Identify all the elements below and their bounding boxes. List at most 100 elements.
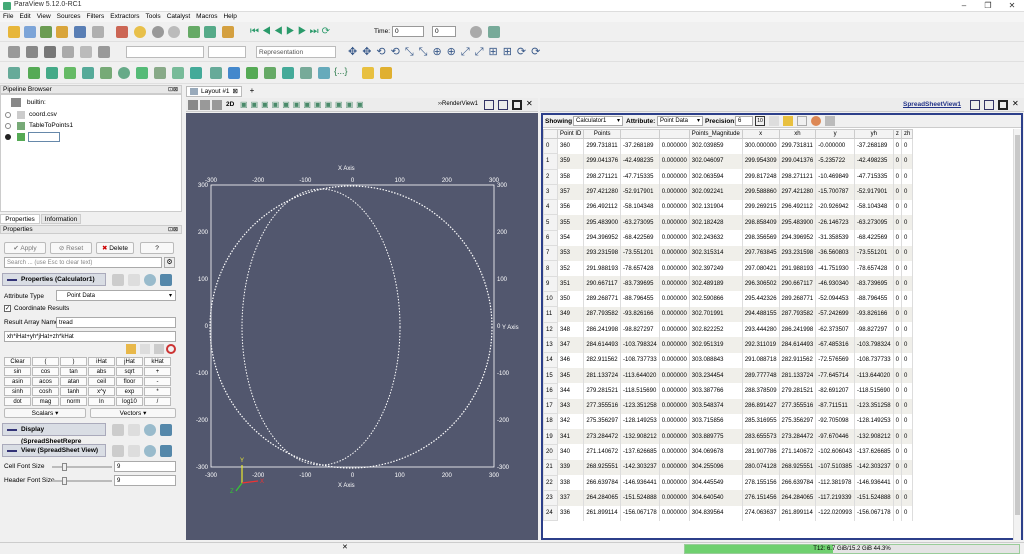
table-row[interactable]: 8 352 291.988193 -78.657428 0.000000 302.3972… bbox=[543, 260, 914, 277]
table-cell[interactable]: 266.639784 bbox=[583, 475, 622, 491]
section-view[interactable]: View (SpreadSheet View) bbox=[2, 444, 106, 457]
table-cell[interactable]: 347 bbox=[557, 337, 585, 353]
table-cell[interactable]: 0 bbox=[901, 245, 914, 261]
column-header[interactable] bbox=[658, 129, 690, 139]
table-cell[interactable]: 0.000000 bbox=[659, 184, 690, 200]
table-cell[interactable]: -87.711511 bbox=[815, 398, 855, 414]
row-header[interactable]: 4 bbox=[543, 199, 558, 216]
table-cell[interactable]: 290.667117 bbox=[583, 276, 622, 292]
table-row[interactable]: 14 346 282.911562 -108.737733 0.000000 303.08… bbox=[543, 352, 914, 369]
table-row[interactable]: 15 345 281.133724 -113.644020 0.000000 303.23… bbox=[543, 367, 914, 384]
table-cell[interactable]: 344 bbox=[557, 383, 585, 399]
table-cell[interactable]: 304.255096 bbox=[689, 459, 743, 476]
view-icon[interactable] bbox=[26, 46, 38, 58]
calc-button[interactable]: sinh bbox=[4, 387, 31, 396]
table-cell[interactable]: 358 bbox=[557, 169, 585, 185]
calc-button[interactable]: exp bbox=[116, 387, 143, 396]
table-cell[interactable]: 299.041376 bbox=[779, 153, 817, 170]
expression-save-icon[interactable] bbox=[140, 344, 150, 354]
table-cell[interactable]: 266.639784 bbox=[779, 475, 817, 491]
close-view-icon[interactable]: ✕ bbox=[526, 99, 533, 108]
table-cell[interactable]: 275.356297 bbox=[583, 413, 622, 430]
delete-button[interactable]: ✖ Delete bbox=[96, 242, 134, 254]
table-cell[interactable]: 0 bbox=[901, 367, 914, 384]
row-header[interactable]: 23 bbox=[543, 489, 558, 507]
row-header[interactable]: 16 bbox=[543, 382, 558, 400]
split-horizontal-icon[interactable] bbox=[970, 100, 980, 110]
table-cell[interactable]: 0.000000 bbox=[659, 230, 690, 246]
table-cell[interactable]: 0 bbox=[901, 459, 914, 476]
table-cell[interactable]: 289.777748 bbox=[742, 367, 780, 384]
table-cell[interactable]: 264.284065 bbox=[779, 490, 817, 506]
table-cell[interactable]: 349 bbox=[557, 306, 585, 323]
settings-icon[interactable] bbox=[222, 26, 234, 38]
table-cell[interactable]: -78.657428 bbox=[620, 260, 660, 277]
table-cell[interactable]: 0 bbox=[893, 505, 903, 521]
component-select[interactable] bbox=[208, 46, 246, 58]
table-cell[interactable]: 0 bbox=[901, 214, 914, 231]
table-cell[interactable]: 0 bbox=[901, 169, 914, 185]
calc-button[interactable]: log10 bbox=[116, 397, 143, 406]
table-cell[interactable]: 302.822252 bbox=[689, 322, 743, 338]
reset-session-icon[interactable] bbox=[116, 26, 128, 38]
row-header[interactable]: 14 bbox=[543, 352, 558, 369]
save-data-icon[interactable] bbox=[24, 26, 36, 38]
plot-over-line-icon[interactable] bbox=[228, 67, 240, 79]
connect-icon[interactable] bbox=[74, 26, 86, 38]
table-cell[interactable]: -93.826166 bbox=[620, 306, 660, 323]
row-header[interactable]: 20 bbox=[543, 443, 558, 461]
table-row[interactable]: 22 338 266.639784 -146.936441 0.000000 304.44… bbox=[543, 474, 914, 491]
table-cell[interactable]: 271.140672 bbox=[779, 444, 817, 460]
table-row[interactable]: 6 354 294.396952 -68.422569 0.000000 302.2436… bbox=[543, 229, 914, 247]
apply-button[interactable]: ✔ Apply bbox=[4, 242, 46, 254]
load-state-icon[interactable] bbox=[40, 26, 52, 38]
table-cell[interactable]: -93.826166 bbox=[854, 306, 894, 323]
table-cell[interactable]: 0 bbox=[893, 429, 903, 445]
table-cell[interactable]: -107.510385 bbox=[815, 459, 855, 476]
scrollbar-thumb[interactable] bbox=[1015, 135, 1020, 515]
reset-button[interactable]: ⊘ Reset bbox=[50, 242, 92, 254]
table-cell[interactable]: 0 bbox=[893, 352, 903, 368]
table-cell[interactable]: 336 bbox=[557, 505, 585, 521]
table-cell[interactable]: 0 bbox=[901, 413, 914, 430]
pipeline-item-builtin[interactable]: builtin: bbox=[27, 99, 46, 106]
table-cell[interactable]: 302.046097 bbox=[689, 153, 743, 170]
calc-button[interactable]: - bbox=[144, 377, 171, 386]
spreadsheet-table[interactable]: Point ID Points Points_Magnitude x xh y yh z zh … bbox=[543, 129, 914, 522]
table-cell[interactable]: 0.000000 bbox=[659, 505, 690, 521]
column-header[interactable]: zh bbox=[900, 129, 914, 139]
table-cell[interactable]: 280.074128 bbox=[742, 459, 780, 476]
table-cell[interactable]: -146.936441 bbox=[620, 475, 660, 491]
vertical-scrollbar[interactable] bbox=[1013, 129, 1021, 540]
table-cell[interactable]: 291.988193 bbox=[779, 260, 817, 277]
table-cell[interactable]: 0 bbox=[901, 138, 914, 154]
range-over-time-icon[interactable] bbox=[98, 46, 110, 58]
table-cell[interactable]: 0.000000 bbox=[659, 367, 690, 384]
ruler-icon[interactable] bbox=[362, 67, 374, 79]
table-cell[interactable]: 346 bbox=[557, 352, 585, 368]
vectors-dropdown[interactable]: Vectors ▾ bbox=[90, 408, 176, 418]
row-header[interactable]: 5 bbox=[543, 214, 558, 231]
table-cell[interactable]: 0 bbox=[901, 444, 914, 460]
table-cell[interactable]: 0.000000 bbox=[659, 490, 690, 506]
column-header[interactable]: x bbox=[741, 129, 780, 139]
maximize-view-icon[interactable] bbox=[998, 100, 1008, 110]
calc-button[interactable]: / bbox=[144, 397, 171, 406]
row-header[interactable]: 12 bbox=[543, 321, 558, 338]
table-cell[interactable]: 289.268771 bbox=[779, 291, 817, 307]
table-cell[interactable]: -77.645714 bbox=[815, 367, 855, 384]
showing-select[interactable]: Calculator1 ▾ bbox=[573, 116, 623, 126]
table-cell[interactable]: -57.242699 bbox=[815, 306, 855, 323]
table-cell[interactable]: -108.737733 bbox=[854, 352, 894, 368]
table-cell[interactable]: 281.907786 bbox=[742, 444, 780, 460]
calculator-icon[interactable] bbox=[8, 67, 20, 79]
visibility-eye-icon[interactable] bbox=[5, 123, 11, 129]
table-cell[interactable]: -117.219339 bbox=[815, 490, 855, 506]
table-cell[interactable]: 0 bbox=[901, 322, 914, 338]
table-cell[interactable]: 302.397249 bbox=[689, 260, 743, 277]
render-view[interactable]: -300 -200 -100 0 100 200 300 -300 -200 -100 0 100 2… bbox=[186, 113, 538, 540]
table-cell[interactable]: 0.000000 bbox=[659, 260, 690, 277]
table-cell[interactable]: 0 bbox=[893, 276, 903, 292]
column-header[interactable]: z bbox=[892, 129, 903, 139]
table-cell[interactable]: 0.000000 bbox=[659, 352, 690, 368]
